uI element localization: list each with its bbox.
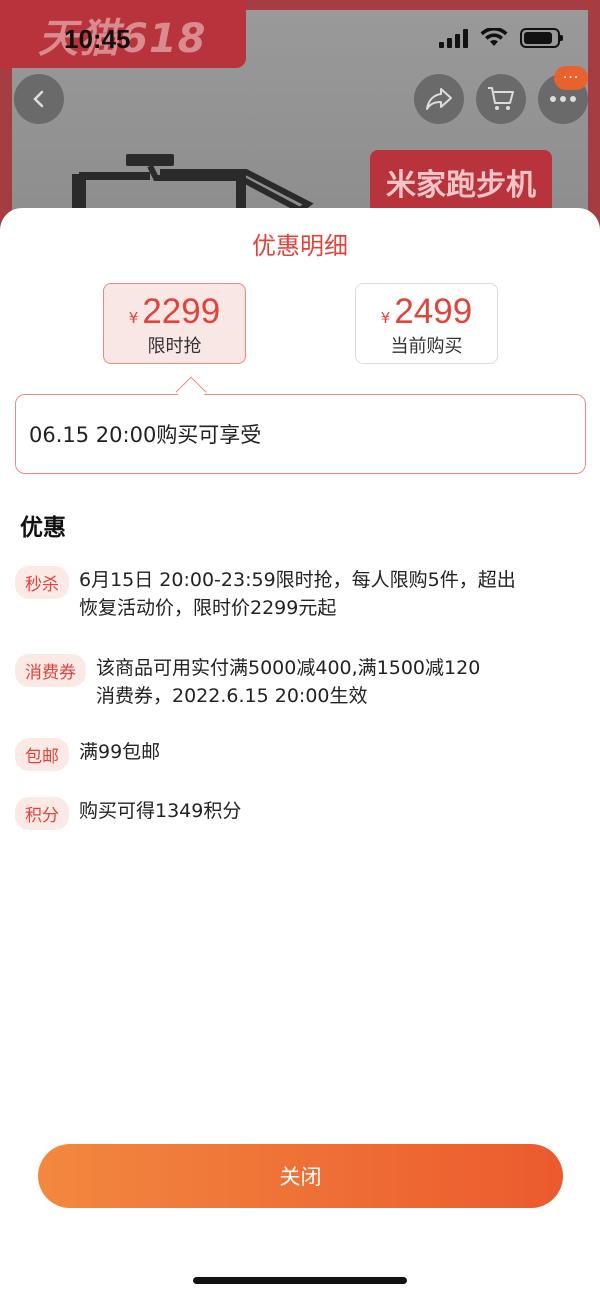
perk-text: 购买可得1349积分: [79, 800, 242, 822]
info-pointer: [175, 376, 207, 408]
purchase-info-text: 06.15 20:00购买可享受: [29, 423, 262, 447]
chevron-left-icon: [33, 90, 44, 108]
sheet-title: 优惠明细: [252, 232, 348, 260]
cart-icon: [488, 87, 514, 110]
perk-item-points: 积分 购买可得1349积分: [15, 797, 241, 830]
price-line: ¥ 2499: [356, 292, 497, 332]
perk-tag: 积分: [15, 797, 69, 830]
signal-icon: [439, 28, 468, 48]
status-icons: [439, 28, 563, 48]
wifi-icon: [480, 28, 508, 46]
perk-tag: 消费券: [15, 654, 86, 687]
share-button[interactable]: [414, 74, 464, 124]
price-option-flash-sale[interactable]: ¥ 2299 限时抢: [103, 283, 246, 364]
battery-icon: [520, 28, 563, 48]
close-button[interactable]: 关闭: [38, 1144, 563, 1208]
status-time: 10:45: [64, 24, 131, 54]
home-indicator[interactable]: [193, 1277, 407, 1284]
share-icon: [426, 88, 452, 110]
section-title-discounts: 优惠: [20, 515, 66, 541]
perk-tag: 秒杀: [15, 566, 69, 599]
cart-button[interactable]: [476, 74, 526, 124]
message-badge: ···: [554, 66, 588, 90]
currency-symbol: ¥: [380, 309, 391, 327]
perk-text: 该商品可用实付满5000减400,满1500减120消费券，2022.6.15 …: [96, 657, 481, 707]
perk-text: 满99包邮: [79, 741, 161, 763]
purchase-info-box: 06.15 20:00购买可享受: [15, 376, 586, 474]
discount-detail-sheet: 优惠明细 ¥ 2299 限时抢 ¥ 2499 当前购买 06.15 20:00购…: [0, 208, 600, 1298]
perk-item-flash-sale: 秒杀 6月15日 20:00-23:59限时抢，每人限购5件，超出恢复活动价，限…: [15, 566, 519, 622]
price-option-current[interactable]: ¥ 2499 当前购买: [355, 283, 498, 364]
perk-text: 6月15日 20:00-23:59限时抢，每人限购5件，超出恢复活动价，限时价2…: [79, 569, 516, 619]
price-label: 限时抢: [147, 336, 202, 357]
currency-symbol: ¥: [128, 309, 139, 327]
back-button[interactable]: [14, 74, 64, 124]
price-label: 当前购买: [390, 336, 463, 357]
more-dots-icon: [550, 96, 576, 102]
perk-item-coupon: 消费券 该商品可用实付满5000减400,满1500减120消费券，2022.6…: [15, 654, 496, 710]
perk-item-free-shipping: 包邮 满99包邮: [15, 738, 160, 771]
price-line: ¥ 2299: [104, 292, 245, 332]
price-value: 2299: [142, 292, 221, 331]
promo-tag: 米家跑步机: [370, 150, 552, 214]
perk-tag: 包邮: [15, 738, 69, 771]
price-value: 2499: [394, 292, 473, 331]
